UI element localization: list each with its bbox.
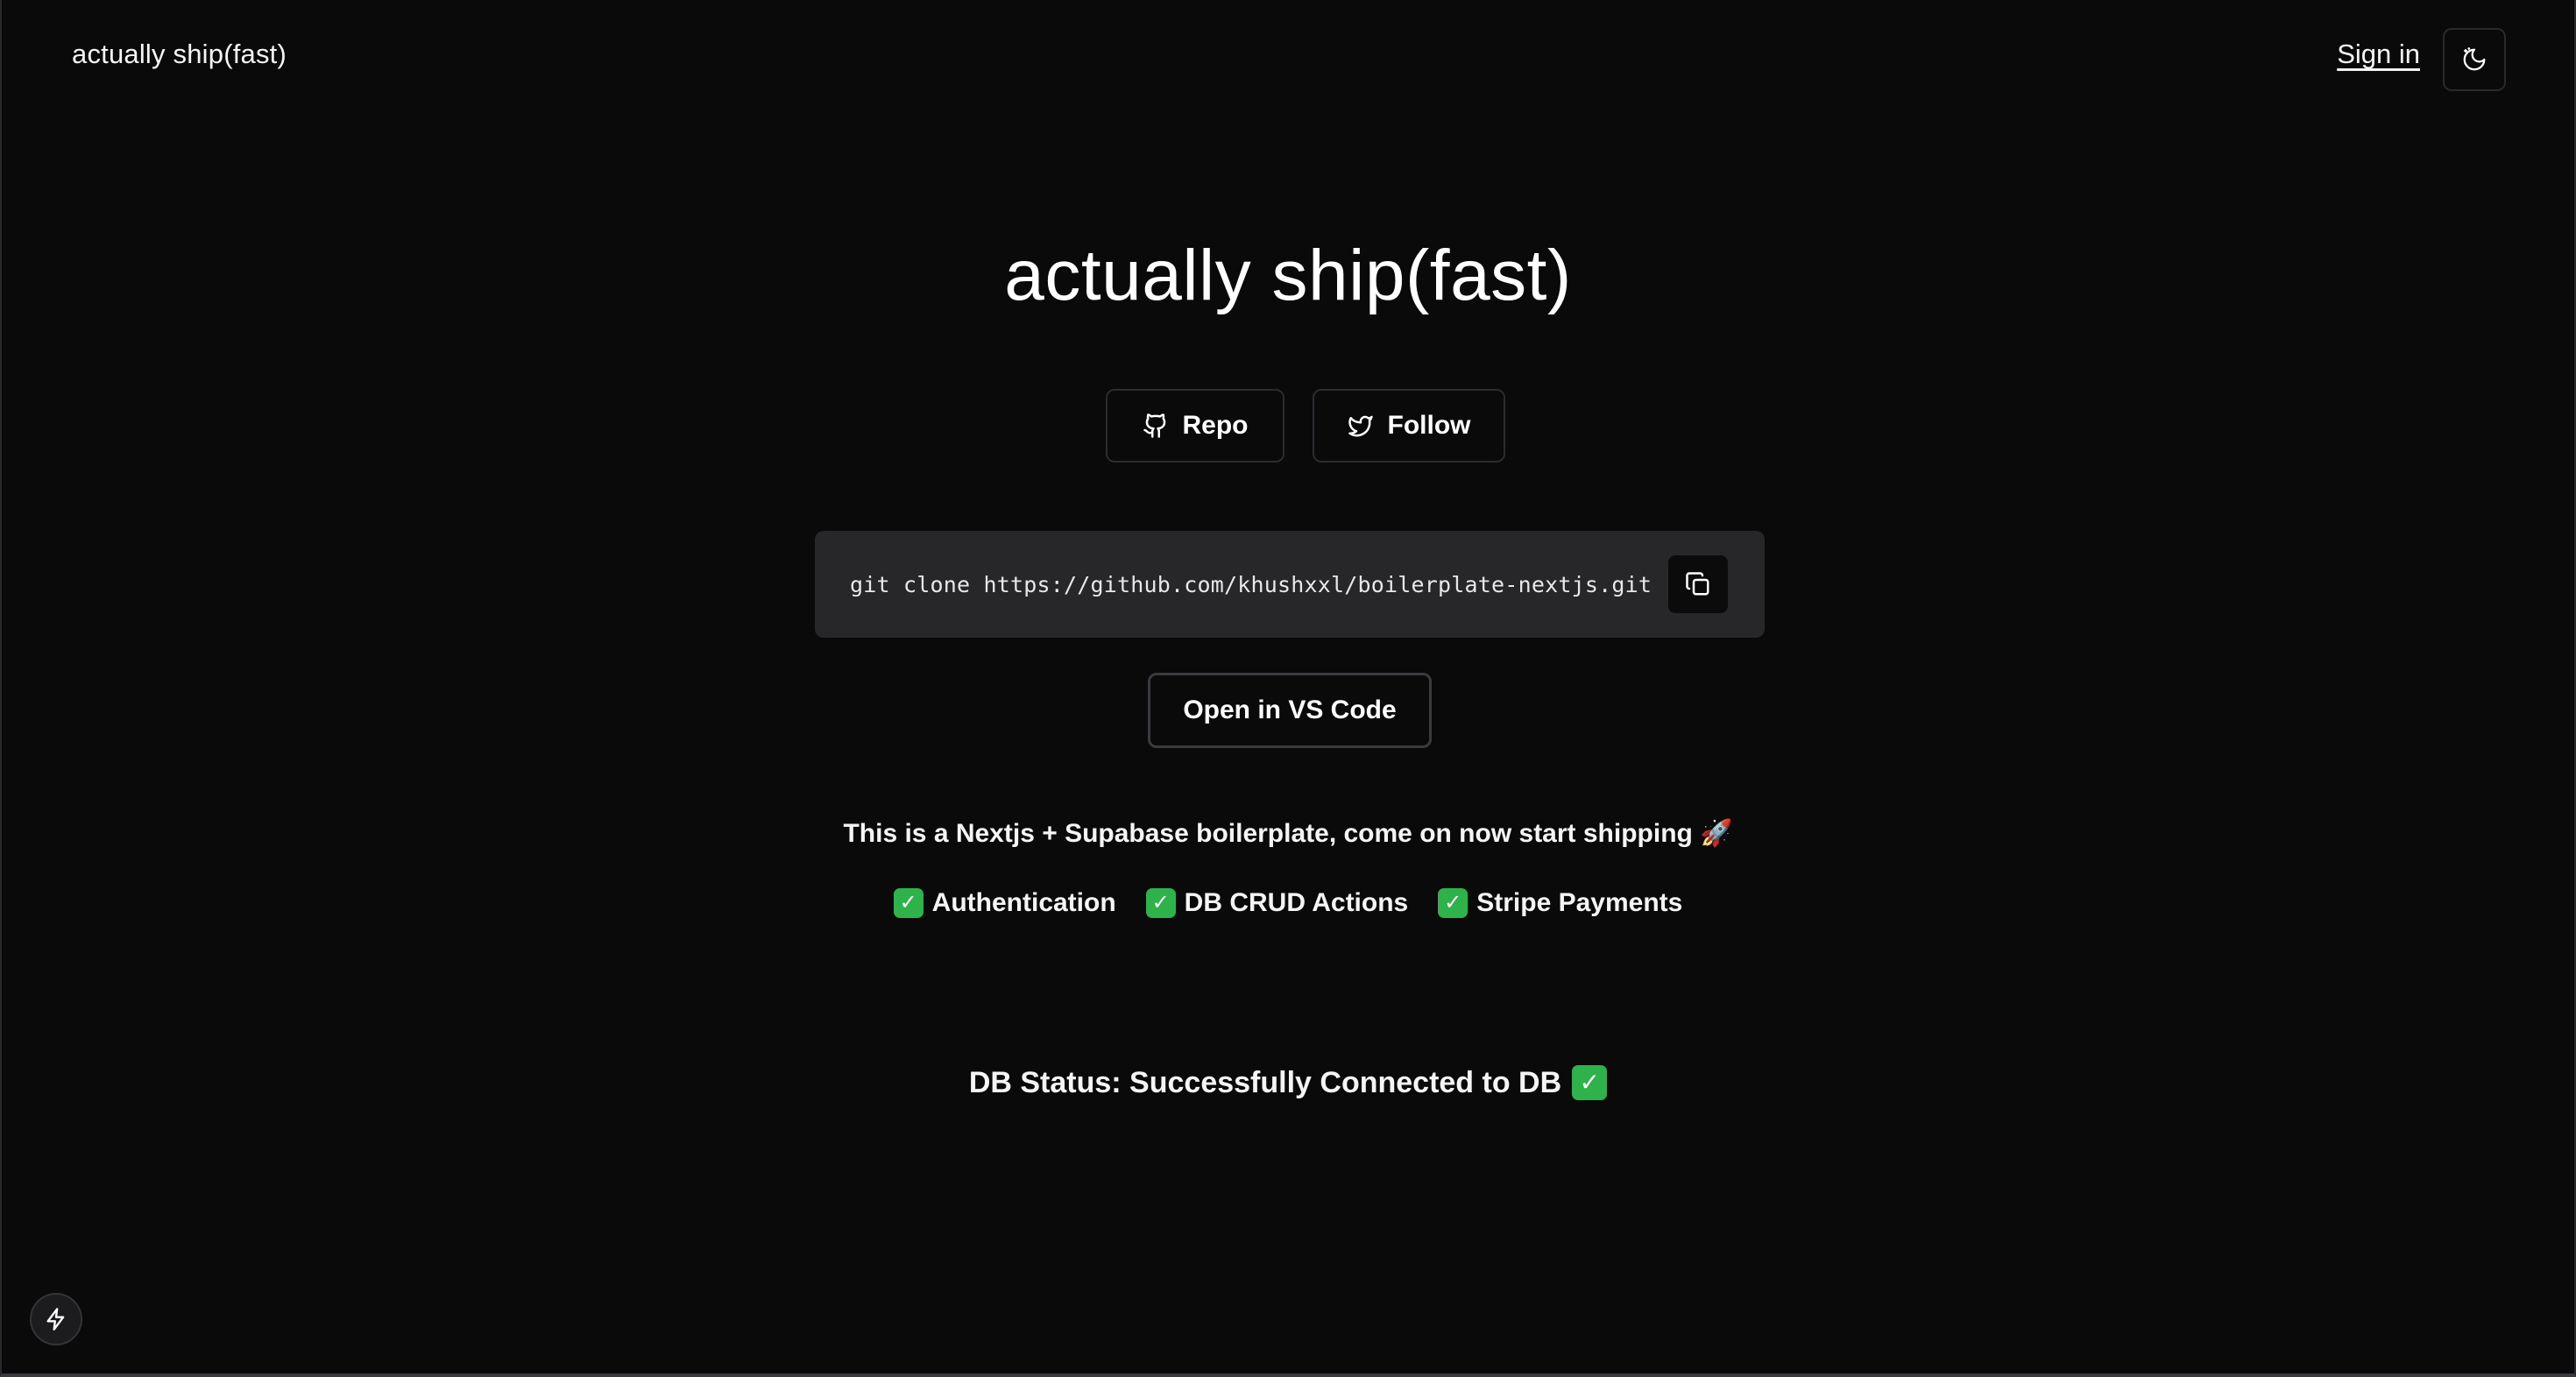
- open-in-vscode-button[interactable]: Open in VS Code: [1148, 673, 1432, 748]
- app-frame: actually ship(fast) Sign in actually shi…: [0, 0, 2576, 1377]
- hero-title: actually ship(fast): [1004, 236, 1572, 315]
- repo-button[interactable]: Repo: [1106, 389, 1284, 463]
- feature-item: ✓ Authentication: [893, 888, 1116, 918]
- db-status-text: DB Status: Successfully Connected to DB: [968, 1065, 1562, 1099]
- feature-label: DB CRUD Actions: [1184, 888, 1409, 917]
- feature-label: Authentication: [931, 888, 1116, 917]
- check-icon: ✓: [1145, 888, 1176, 918]
- sign-in-link[interactable]: Sign in: [2337, 39, 2420, 70]
- copy-button[interactable]: [1668, 555, 1728, 613]
- clone-command-text[interactable]: git clone https://github.com/khushxxl/bo…: [850, 572, 1652, 597]
- db-status: DB Status: Successfully Connected to DB …: [2, 1065, 2574, 1100]
- brand-logo[interactable]: actually ship(fast): [72, 39, 287, 70]
- feature-item: ✓ DB CRUD Actions: [1145, 888, 1409, 918]
- feature-item: ✓ Stripe Payments: [1438, 888, 1682, 918]
- moon-sparkle-icon: [2463, 47, 2486, 71]
- github-icon: [1143, 413, 1165, 438]
- clone-command-box: git clone https://github.com/khushxxl/bo…: [815, 531, 1765, 638]
- feature-label: Stripe Payments: [1476, 888, 1683, 917]
- copy-icon: [1686, 572, 1709, 596]
- check-icon: ✓: [1572, 1065, 1608, 1100]
- theme-toggle-button[interactable]: [2443, 28, 2506, 91]
- tagline: This is a Nextjs + Supabase boilerplate,…: [843, 819, 1733, 848]
- check-icon: ✓: [1438, 888, 1468, 918]
- feature-list: ✓ Authentication ✓ DB CRUD Actions ✓ Str…: [2, 888, 2574, 918]
- twitter-icon: [1348, 415, 1373, 437]
- repo-button-label: Repo: [1182, 411, 1249, 440]
- lightning-bolt-icon: [46, 1308, 65, 1331]
- dev-tools-button[interactable]: [30, 1293, 82, 1345]
- follow-button[interactable]: Follow: [1313, 389, 1505, 463]
- follow-button-label: Follow: [1387, 411, 1471, 440]
- hero-buttons: Repo Follow: [2, 389, 2574, 463]
- check-icon: ✓: [893, 888, 924, 918]
